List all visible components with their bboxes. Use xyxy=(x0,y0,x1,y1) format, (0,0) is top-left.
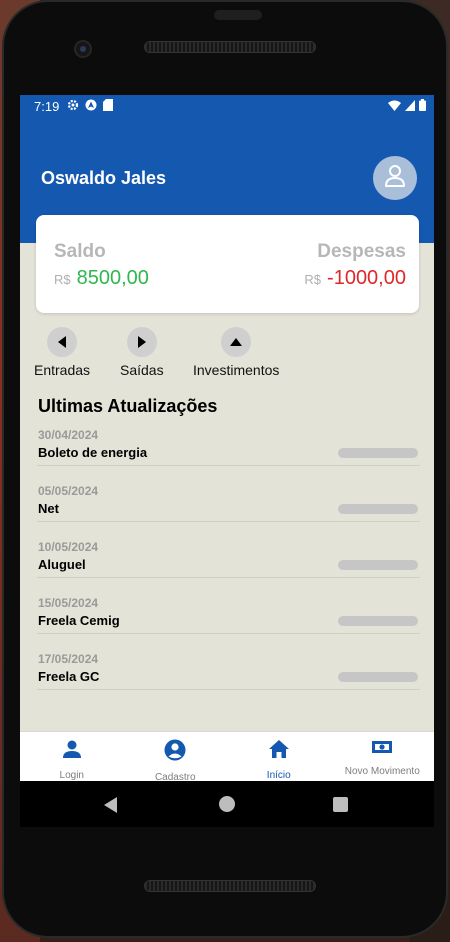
saldo-currency: R$ xyxy=(54,272,71,287)
saldo-amount: 8500,00 xyxy=(76,267,149,289)
front-camera xyxy=(74,40,92,58)
tab-login-label: Login xyxy=(59,770,84,781)
update-name: Freela GC xyxy=(38,669,100,684)
update-date: 10/05/2024 xyxy=(38,540,99,554)
entradas-label: Entradas xyxy=(34,362,91,378)
profile-avatar-button[interactable] xyxy=(373,156,417,200)
android-auto-icon xyxy=(85,99,97,113)
update-date: 15/05/2024 xyxy=(38,596,99,610)
saldo-label: Saldo xyxy=(54,241,106,262)
battery-icon xyxy=(419,99,426,113)
nav-recent-apps-icon[interactable] xyxy=(333,797,348,812)
nav-home-icon[interactable] xyxy=(219,796,235,812)
update-name: Freela Cemig xyxy=(38,613,120,628)
tab-inicio[interactable]: Início xyxy=(227,732,331,781)
bottom-tab-bar: Login Cadastro Início Novo Movimento xyxy=(20,731,434,781)
tab-login[interactable]: Login xyxy=(20,732,124,781)
update-value-placeholder xyxy=(338,448,418,458)
update-name: Net xyxy=(38,501,59,516)
user-outline-icon xyxy=(384,164,406,193)
caret-right-icon xyxy=(126,327,157,357)
saldo-value-group: R$ 8500,00 xyxy=(54,267,149,290)
update-date: 17/05/2024 xyxy=(38,652,99,666)
list-item[interactable]: 05/05/2024 Net xyxy=(37,484,420,522)
caret-up-icon xyxy=(221,327,252,357)
caret-left-icon xyxy=(47,327,78,357)
update-date: 05/05/2024 xyxy=(38,484,99,498)
update-date: 30/04/2024 xyxy=(38,428,99,442)
app-screen: 7:19 Oswaldo Jales Saldo R$ 8500,00 Desp… xyxy=(20,95,434,781)
update-name: Boleto de energia xyxy=(38,445,148,460)
despesas-amount: -1000,00 xyxy=(327,267,406,289)
entradas-button[interactable]: Entradas xyxy=(34,327,90,378)
investimentos-button[interactable]: Investimentos xyxy=(193,327,279,378)
saidas-button[interactable]: Saídas xyxy=(120,327,164,378)
status-bar: 7:19 xyxy=(20,95,434,117)
despesas-currency: R$ xyxy=(304,272,322,287)
cash-icon xyxy=(371,739,393,760)
tab-inicio-label: Início xyxy=(266,770,291,781)
system-navigation-bar xyxy=(20,781,434,827)
despesas-value-group: R$ -1000,00 xyxy=(304,267,406,290)
status-time: 7:19 xyxy=(34,98,60,114)
list-item[interactable]: 30/04/2024 Boleto de energia xyxy=(37,428,420,466)
tab-cadastro[interactable]: Cadastro xyxy=(124,732,228,781)
bottom-speaker-grill xyxy=(144,880,316,892)
update-value-placeholder xyxy=(338,560,418,570)
sd-card-icon xyxy=(103,99,114,113)
nav-back-icon[interactable] xyxy=(104,797,117,813)
signal-icon xyxy=(405,99,415,113)
despesas-label: Despesas xyxy=(317,241,406,262)
account-circle-icon xyxy=(164,739,186,766)
balance-card: Saldo R$ 8500,00 Despesas R$ -1000,00 xyxy=(36,215,419,313)
list-item[interactable]: 10/05/2024 Aluguel xyxy=(37,540,420,578)
tab-novo-movimento-label: Novo Movimento xyxy=(344,766,420,777)
update-name: Aluguel xyxy=(38,557,86,572)
user-name: Oswaldo Jales xyxy=(41,168,167,188)
home-icon xyxy=(268,739,290,764)
saidas-label: Saídas xyxy=(120,362,164,378)
top-speaker-grill xyxy=(144,41,316,53)
update-value-placeholder xyxy=(338,616,418,626)
tab-novo-movimento[interactable]: Novo Movimento xyxy=(331,732,435,781)
wifi-icon xyxy=(388,100,401,113)
update-value-placeholder xyxy=(338,672,418,682)
investimentos-label: Investimentos xyxy=(193,362,280,378)
person-icon xyxy=(62,739,82,764)
tab-cadastro-label: Cadastro xyxy=(154,772,196,781)
updates-title: Ultimas Atualizações xyxy=(38,396,218,416)
gear-icon xyxy=(67,99,79,113)
list-item[interactable]: 17/05/2024 Freela GC xyxy=(37,652,420,690)
earpiece-speaker xyxy=(214,10,262,20)
list-item[interactable]: 15/05/2024 Freela Cemig xyxy=(37,596,420,634)
update-value-placeholder xyxy=(338,504,418,514)
